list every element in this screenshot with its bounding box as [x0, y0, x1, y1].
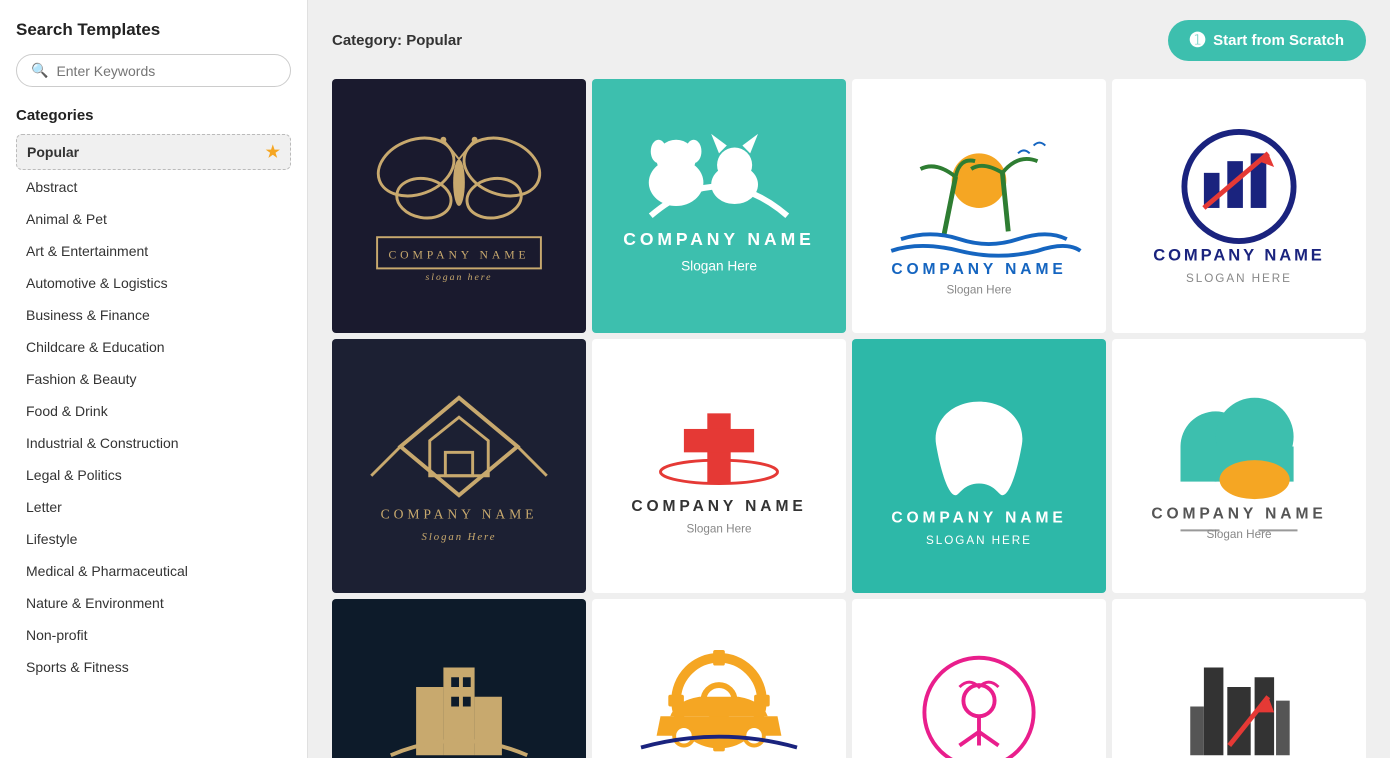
sidebar-item-label: Letter — [26, 499, 62, 515]
svg-text:COMPANY NAME: COMPANY NAME — [1151, 506, 1326, 523]
sidebar-item-industrial---construction[interactable]: Industrial & Construction — [16, 428, 291, 458]
svg-text:SLOGAN HERE: SLOGAN HERE — [926, 534, 1032, 547]
sidebar-item-label: Fashion & Beauty — [26, 371, 137, 387]
sidebar-item-food---drink[interactable]: Food & Drink — [16, 396, 291, 426]
sidebar-item-label: Non-profit — [26, 627, 87, 643]
template-card-6[interactable]: COMPANY NAME Slogan Here — [592, 339, 846, 593]
sidebar-item-label: Sports & Fitness — [26, 659, 129, 675]
svg-text:Slogan Here: Slogan Here — [687, 522, 752, 535]
template-card-2[interactable]: COMPANY NAME Slogan Here — [592, 79, 846, 333]
template-card-12[interactable]: COMPANY NAME SLOGAN HERE — [1112, 599, 1366, 758]
sidebar-item-label: Art & Entertainment — [26, 243, 148, 259]
template-card-4[interactable]: COMPANY NAME SLOGAN HERE — [1112, 79, 1366, 333]
template-card-3[interactable]: COMPANY NAME Slogan Here — [852, 79, 1106, 333]
category-name: Popular — [406, 32, 462, 49]
house-logo-image: COMPANY NAME Slogan Here — [342, 349, 576, 583]
sidebar-item-label: Business & Finance — [26, 307, 150, 323]
ballet-logo-image: COMPANY NAME Slogan Here — [862, 609, 1096, 758]
plus-circle-icon: ➊ — [1190, 30, 1205, 51]
svg-text:Slogan Here: Slogan Here — [681, 258, 757, 273]
start-scratch-label: Start from Scratch — [1213, 32, 1344, 49]
sidebar-item-popular[interactable]: Popular ★ — [16, 134, 291, 170]
sidebar-item-fashion---beauty[interactable]: Fashion & Beauty — [16, 364, 291, 394]
sidebar-item-lifestyle[interactable]: Lifestyle — [16, 524, 291, 554]
sidebar-item-medical---pharmaceutical[interactable]: Medical & Pharmaceutical — [16, 556, 291, 586]
template-card-1[interactable]: COMPANY NAME slogan here — [332, 79, 586, 333]
sidebar-item-label: Nature & Environment — [26, 595, 164, 611]
template-card-7[interactable]: COMPANY NAME SLOGAN HERE — [852, 339, 1106, 593]
svg-text:SLOGAN HERE: SLOGAN HERE — [1186, 272, 1292, 285]
categories-list: Popular ★ Abstract Animal & Pet Art & Entert… — [16, 134, 291, 682]
sidebar-item-label: Legal & Politics — [26, 467, 122, 483]
svg-text:COMPANY NAME: COMPANY NAME — [631, 498, 806, 515]
search-box[interactable]: 🔍 — [16, 54, 291, 87]
sidebar-item-label: Food & Drink — [26, 403, 108, 419]
chart-logo-image: COMPANY NAME SLOGAN HERE — [1122, 89, 1356, 323]
sidebar-title: Search Templates — [16, 20, 291, 40]
sidebar-item-legal---politics[interactable]: Legal & Politics — [16, 460, 291, 490]
skyline-logo-image: COMPANY NAME SLOGAN HERE — [1122, 609, 1356, 758]
medical-logo-image: COMPANY NAME Slogan Here — [602, 349, 836, 583]
start-scratch-button[interactable]: ➊ Start from Scratch — [1168, 20, 1366, 61]
category-label: Category: Popular — [332, 32, 462, 49]
sidebar-item-label: Medical & Pharmaceutical — [26, 563, 188, 579]
template-card-8[interactable]: COMPANY NAME Slogan Here — [1112, 339, 1366, 593]
beach-logo-image: COMPANY NAME Slogan Here — [862, 89, 1096, 323]
svg-text:COMPANY NAME: COMPANY NAME — [388, 249, 529, 262]
sidebar-item-automotive---logistics[interactable]: Automotive & Logistics — [16, 268, 291, 298]
sidebar-item-sports---fitness[interactable]: Sports & Fitness — [16, 652, 291, 682]
main-content: Category: Popular ➊ Start from Scratch — [308, 0, 1390, 758]
svg-text:COMPANY NAME: COMPANY NAME — [381, 507, 538, 522]
svg-text:Slogan Here: Slogan Here — [947, 284, 1012, 297]
svg-text:COMPANY NAME: COMPANY NAME — [891, 261, 1066, 278]
logo-grid: COMPANY NAME slogan here — [332, 79, 1366, 758]
sidebar-item-childcare---education[interactable]: Childcare & Education — [16, 332, 291, 362]
sidebar-item-non-profit[interactable]: Non-profit — [16, 620, 291, 650]
sidebar: Search Templates 🔍 Categories Popular ★ Ab… — [0, 0, 308, 758]
sidebar-item-label: Popular — [27, 144, 79, 160]
svg-text:Slogan Here: Slogan Here — [422, 531, 497, 543]
template-card-11[interactable]: COMPANY NAME Slogan Here — [852, 599, 1106, 758]
cat-dog-logo-image: COMPANY NAME Slogan Here — [602, 89, 836, 323]
svg-text:COMPANY NAME: COMPANY NAME — [1153, 246, 1325, 265]
svg-text:slogan here: slogan here — [426, 272, 493, 283]
search-input[interactable] — [56, 63, 276, 79]
sidebar-item-label: Childcare & Education — [26, 339, 165, 355]
sidebar-item-label: Abstract — [26, 179, 77, 195]
template-card-5[interactable]: COMPANY NAME Slogan Here — [332, 339, 586, 593]
building-logo-image: COMPANY NAME SLOGAN HERE — [342, 609, 576, 758]
search-icon: 🔍 — [31, 62, 48, 79]
template-card-9[interactable]: COMPANY NAME SLOGAN HERE — [332, 599, 586, 758]
sidebar-item-label: Lifestyle — [26, 531, 77, 547]
template-card-10[interactable]: COMPANY NAME SLOGAN HERE — [592, 599, 846, 758]
sidebar-item-letter[interactable]: Letter — [16, 492, 291, 522]
sidebar-item-nature---environment[interactable]: Nature & Environment — [16, 588, 291, 618]
butterfly-logo-image: COMPANY NAME slogan here — [342, 89, 576, 323]
categories-label: Categories — [16, 107, 291, 124]
svg-text:COMPANY NAME: COMPANY NAME — [623, 229, 814, 249]
sidebar-item-label: Industrial & Construction — [26, 435, 179, 451]
star-icon: ★ — [266, 142, 280, 162]
sidebar-item-art---entertainment[interactable]: Art & Entertainment — [16, 236, 291, 266]
sidebar-item-business---finance[interactable]: Business & Finance — [16, 300, 291, 330]
sidebar-item-label: Automotive & Logistics — [26, 275, 168, 291]
sidebar-item-abstract[interactable]: Abstract — [16, 172, 291, 202]
tooth-logo-image: COMPANY NAME SLOGAN HERE — [862, 349, 1096, 583]
svg-text:COMPANY NAME: COMPANY NAME — [891, 510, 1066, 527]
main-header: Category: Popular ➊ Start from Scratch — [332, 20, 1366, 61]
sidebar-item-animal---pet[interactable]: Animal & Pet — [16, 204, 291, 234]
category-prefix: Category: — [332, 32, 402, 49]
cloud-logo-image: COMPANY NAME Slogan Here — [1122, 349, 1356, 583]
sidebar-item-label: Animal & Pet — [26, 211, 107, 227]
car-logo-image: COMPANY NAME SLOGAN HERE — [602, 609, 836, 758]
